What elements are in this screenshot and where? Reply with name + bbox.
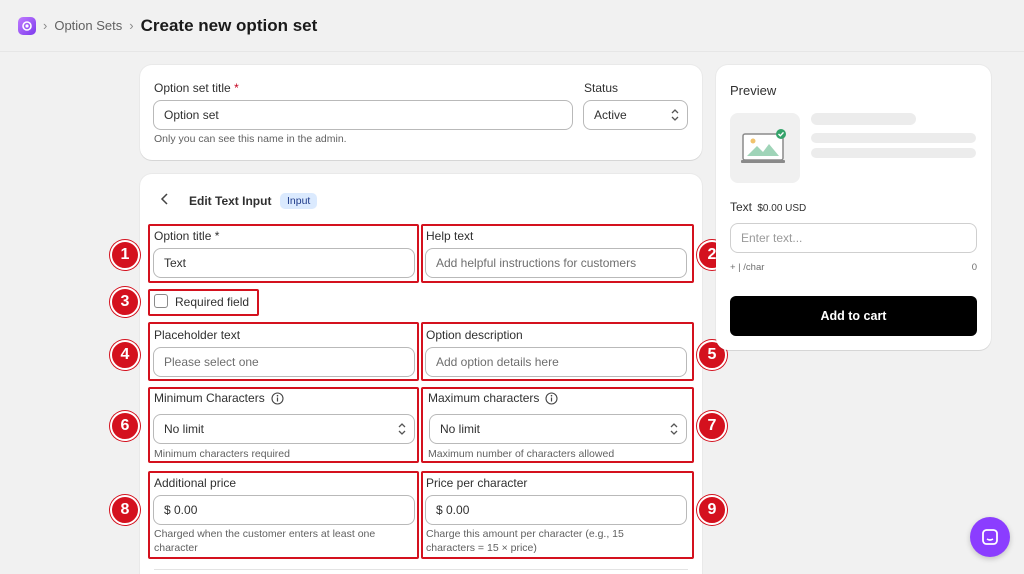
annotation-box-8	[148, 471, 419, 559]
select-arrows-icon	[669, 106, 681, 124]
annotation-number: 4	[110, 340, 140, 370]
annotation-box-9	[421, 471, 694, 559]
annotation-number: 1	[110, 240, 140, 270]
annotation-box-1	[148, 224, 419, 283]
annotation-box-5	[421, 322, 694, 381]
preview-title: Preview	[730, 83, 777, 98]
preview-text-input[interactable]: Enter text...	[730, 223, 977, 253]
annotation-number: 6	[110, 411, 140, 441]
annotation-box-3	[148, 289, 259, 316]
chat-button[interactable]	[970, 517, 1010, 557]
chat-icon	[982, 529, 998, 545]
preview-option-label: Text $0.00 USD	[730, 200, 807, 214]
option-set-title-input[interactable]: Option set	[153, 100, 573, 130]
annotation-box-4	[148, 322, 419, 381]
breadcrumb-separator: ›	[129, 18, 134, 33]
product-image	[730, 113, 800, 183]
page-title: Create new option set	[140, 15, 318, 35]
annotation-number: 8	[110, 495, 140, 525]
top-bar: › Option Sets › Create new option set	[0, 0, 1024, 52]
option-set-card: Option set title * Option set Only you c…	[140, 65, 702, 160]
skeleton-line	[811, 133, 976, 143]
skeleton-line	[811, 148, 976, 158]
breadcrumb-option-sets[interactable]: Option Sets	[54, 18, 122, 33]
preview-char-count: 0	[971, 262, 977, 273]
add-to-cart-button[interactable]: Add to cart	[730, 296, 977, 336]
annotation-number: 9	[697, 495, 727, 525]
editor-heading: Edit Text Input	[189, 194, 272, 208]
status-select[interactable]: Active	[583, 100, 688, 130]
app-logo-icon[interactable]	[18, 16, 36, 35]
divider	[154, 569, 688, 570]
preview-card: Preview Text $0.00 USD Enter text... + |…	[716, 65, 991, 350]
skeleton-line	[811, 113, 916, 125]
annotation-number: 7	[697, 411, 727, 441]
chevron-left-icon[interactable]	[160, 193, 170, 208]
annotation-box-2	[421, 224, 694, 283]
annotation-number: 3	[110, 287, 140, 317]
preview-char-note: + | /char	[730, 262, 765, 273]
breadcrumb-separator: ›	[43, 18, 48, 33]
option-set-title-label: Option set title *	[154, 81, 239, 95]
status-label: Status	[584, 81, 619, 95]
annotation-box-6	[148, 387, 419, 463]
input-type-badge: Input	[280, 193, 318, 209]
annotation-box-7	[421, 387, 694, 463]
option-set-title-hint: Only you can see this name in the admin.	[154, 133, 347, 145]
image-placeholder-icon	[741, 129, 786, 163]
